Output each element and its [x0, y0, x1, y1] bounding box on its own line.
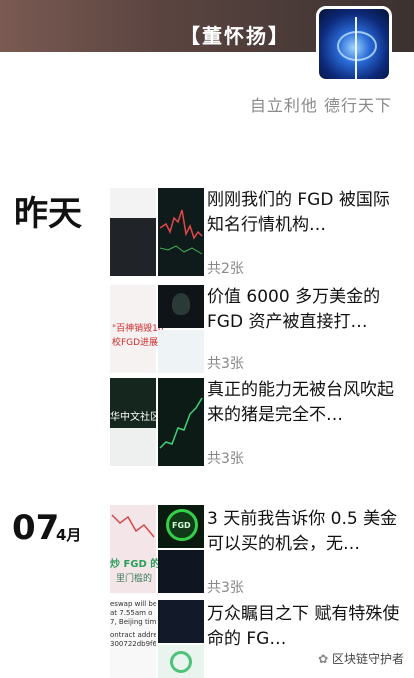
post-title[interactable]: 价值 6000 多万美金的 FGD 资产被直接打…	[207, 285, 402, 335]
progress-ring-icon	[170, 651, 192, 673]
thumb-image-dark	[158, 550, 204, 593]
post-thumbnail[interactable]: 华中文社区	[110, 378, 204, 466]
thumb-image-dark	[110, 218, 156, 276]
post-image-count: 共3张	[207, 580, 244, 596]
profile-name: 【董怀扬】	[180, 24, 290, 48]
thumb-caption: 300722db9f6	[110, 640, 156, 648]
avatar-glow-decoration	[337, 31, 377, 61]
watermark-text: 区块链守护者	[331, 652, 404, 666]
thumb-caption: "百神销毁10	[112, 324, 164, 334]
thumb-caption: ontract address	[110, 631, 156, 639]
thumb-image-dark	[158, 600, 204, 643]
thumb-image-text-notice: eswap will be at 7.55am o 7, Beijing tim…	[110, 600, 156, 678]
thumb-image-article: "百神销毁10 校FGD进展	[110, 285, 164, 373]
thumb-image-article: 炒 FGD 的 里门槛的	[110, 505, 160, 593]
profile-motto: 自立利他 德行天下	[249, 96, 392, 115]
post-title[interactable]: 刚刚我们的 FGD 被国际知名行情机构…	[207, 188, 402, 238]
watermark: ✿ 区块链守护者	[318, 650, 404, 667]
thumb-image-chart	[158, 378, 204, 466]
thumb-caption: 校FGD进展	[112, 338, 159, 348]
thumb-image-chart	[158, 188, 204, 276]
thumb-caption: 炒 FGD 的	[110, 559, 161, 570]
thumb-caption: eswap will be	[110, 600, 156, 608]
fgd-logo-label: FGD	[172, 521, 191, 530]
thumb-image-document	[158, 330, 204, 373]
thumb-caption: 里门槛的	[116, 574, 153, 584]
thumb-image-white	[110, 428, 156, 466]
post-thumbnail[interactable]: "百神销毁10 校FGD进展	[110, 285, 204, 373]
thumb-image-progress	[158, 645, 204, 678]
post-thumbnail[interactable]: 炒 FGD 的 里门槛的 FGD	[110, 505, 204, 593]
date-label-yesterday: 昨天	[14, 194, 82, 234]
post-thumbnail[interactable]: eswap will be at 7.55am o 7, Beijing tim…	[110, 600, 204, 678]
post-image-count: 共2张	[207, 261, 244, 277]
post-title[interactable]: 万众瞩目之下 赋有特殊使命的 FG…	[207, 602, 402, 652]
post-image-count: 共3张	[207, 356, 244, 372]
post-image-count: 共3张	[207, 451, 244, 467]
thumb-caption: 7, Beijing tim	[110, 618, 156, 626]
thumb-image-community: 华中文社区	[110, 378, 160, 466]
thumb-caption: at 7.55am o	[110, 609, 153, 617]
thumb-image-hooded-figure	[158, 285, 204, 328]
date-label-month: 4月	[56, 526, 82, 544]
post-title[interactable]: 真正的能力无被台风吹起来的猪是完全不…	[207, 378, 402, 428]
avatar[interactable]	[316, 6, 392, 82]
post-title[interactable]: 3 天前我告诉你 0.5 美金可以买的机会，无…	[207, 507, 402, 557]
avatar-flare-decoration	[355, 17, 357, 79]
thumb-caption: 华中文社区	[110, 412, 160, 423]
post-thumbnail[interactable]	[110, 188, 204, 276]
thumb-image-fgd-logo: FGD	[158, 505, 204, 548]
wechat-icon: ✿	[318, 652, 329, 666]
date-label-day: 07	[12, 508, 60, 548]
thumb-figure-shape	[172, 293, 190, 315]
